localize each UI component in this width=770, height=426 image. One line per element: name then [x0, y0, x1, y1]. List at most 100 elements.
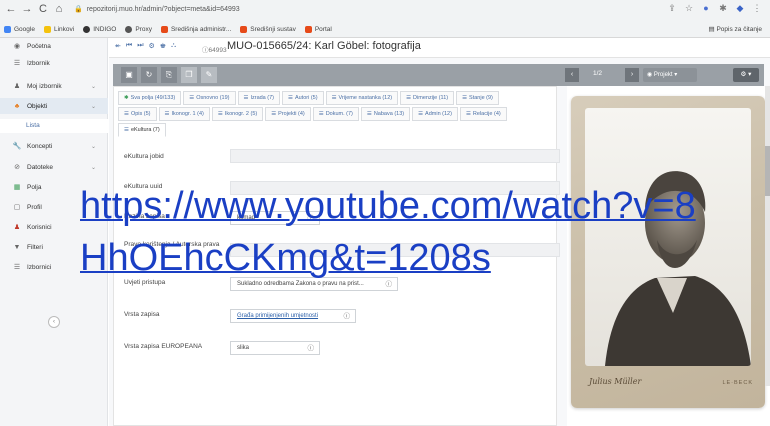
- settings-dropdown[interactable]: ⚙ ▾: [733, 68, 759, 82]
- sidebar-item-objekti[interactable]: ♣ Objekti ⌄: [0, 98, 108, 114]
- bookmarks-bar: Google Linkovi INDIGO Proxy Središnja ad…: [0, 21, 770, 38]
- users-icon: ♟: [13, 224, 21, 231]
- bookmark-proxy[interactable]: Proxy: [125, 26, 152, 33]
- scrollbar-thumb[interactable]: [765, 146, 770, 196]
- link-icon[interactable]: ⛬: [171, 42, 176, 50]
- tab-projekti[interactable]: ☰ Projekti (4): [265, 107, 311, 121]
- last-record-icon[interactable]: ⏭: [137, 42, 143, 50]
- compare-icon[interactable]: ⚙: [149, 42, 155, 50]
- duplicate-button[interactable]: ❐: [181, 67, 197, 83]
- field-vrsta-zapisa[interactable]: Građa primijenjenih umjetnosti ⓘ: [230, 309, 356, 323]
- bookmark-indigo[interactable]: INDIGO: [83, 26, 116, 33]
- save-button[interactable]: ▣: [121, 67, 137, 83]
- bookmark-linkovi[interactable]: Linkovi: [43, 26, 74, 33]
- tab-row-3: ☰ eKultura (7): [118, 123, 168, 137]
- gear-icon: ✱: [124, 95, 129, 101]
- sidebar-item-pocetna[interactable]: ◉ Početna: [0, 38, 108, 54]
- list-icon: ☰: [243, 95, 249, 101]
- info-icon[interactable]: ⓘ: [344, 310, 351, 323]
- tab-izrada[interactable]: ☰ Izrada (7): [237, 91, 280, 105]
- list-icon: ☰: [217, 111, 223, 117]
- tab-admin[interactable]: ☰ Admin (12): [412, 107, 458, 121]
- sidebar-collapse-button[interactable]: ‹: [48, 316, 60, 328]
- bookmark-portal[interactable]: Portal: [304, 26, 332, 33]
- sidebar-item-lista[interactable]: Lista: [0, 119, 108, 133]
- tab-ikonogr-1[interactable]: ☰ Ikonogr. 1 (4): [158, 107, 210, 121]
- field-label-vrsta-zapisa-europeana: Vrsta zapisa EUROPEANA: [124, 343, 203, 350]
- record-titlebar: ↞ ⏮ ⏭ ⚙ ♚ ⛬ ⓘ64993 MUO-015665/24: Karl G…: [109, 38, 770, 58]
- vrsta-zapisa-link[interactable]: Građa primijenjenih umjetnosti: [237, 313, 318, 319]
- list-icon: ☰: [124, 127, 129, 133]
- chevron-down-icon: ⌄: [90, 83, 96, 90]
- hierarchy-icon[interactable]: ♚: [160, 42, 166, 50]
- first-record-icon[interactable]: ⏮: [126, 42, 132, 50]
- puzzle-icon[interactable]: ✱: [718, 3, 728, 14]
- tab-row-1: ✱ Sva polja (49/133) ☰ Osnovno (19) ☰ Izrad…: [118, 91, 501, 105]
- sidebar-item-koncepti[interactable]: 🔧 Koncepti ⌄: [0, 138, 108, 154]
- extension-icon[interactable]: ●: [701, 3, 711, 14]
- studio-stamp: LE·BECK: [722, 380, 753, 386]
- pager-next-button[interactable]: ›: [625, 68, 639, 82]
- reload-icon[interactable]: C: [36, 3, 50, 15]
- chevron-down-icon: ⌄: [90, 103, 96, 110]
- tab-ekultura[interactable]: ☰ eKultura (7): [118, 123, 166, 137]
- caret-down-icon: ▾: [672, 72, 678, 78]
- list-icon: ☰: [189, 95, 195, 101]
- star-icon[interactable]: ☆: [684, 3, 694, 14]
- folder-icon: ▢: [13, 204, 21, 211]
- tab-dimenzije[interactable]: ☰ Dimenzije (11): [400, 91, 455, 105]
- project-dropdown[interactable]: ◉ Projekt ▾: [643, 68, 697, 82]
- site-icon: [160, 26, 168, 33]
- home-icon[interactable]: ⌂: [52, 3, 66, 15]
- proxy-icon: [125, 26, 133, 33]
- bookmark-sredisnja-administracija[interactable]: Središnja administr...: [160, 26, 231, 33]
- share-icon[interactable]: ⇪: [667, 3, 677, 14]
- sidebar-item-datoteke[interactable]: ⊘ Datoteke ⌄: [0, 159, 108, 175]
- table-icon: ▦: [13, 184, 21, 191]
- list-icon: ☰: [318, 111, 324, 117]
- reload-button[interactable]: ↻: [141, 67, 157, 83]
- google-icon: [4, 26, 11, 33]
- tab-autori[interactable]: ☰ Autori (5): [282, 91, 324, 105]
- browser-toolbar-icons: ⇪ ☆ ● ✱ ◆ ⋮: [667, 3, 762, 14]
- field-label-ekultura-jobid: eKultura jobid: [124, 153, 164, 160]
- address-bar[interactable]: 🔒 repozitorij.muo.hr/admin/?object=meta&i…: [74, 2, 674, 18]
- indigo-icon: [83, 26, 91, 33]
- reading-list[interactable]: ▤ Popis za čitanje: [709, 25, 762, 33]
- tab-relacije[interactable]: ☰ Relacije (4): [459, 107, 507, 121]
- list-back-icon[interactable]: ↞: [115, 42, 121, 50]
- menu-dots-icon[interactable]: ⋮: [752, 3, 762, 14]
- scrollbar[interactable]: [765, 86, 770, 386]
- sidebar-item-moj-izbornik[interactable]: ♟ Moj izbornik ⌄: [0, 78, 108, 94]
- bookmark-sredisnji-sustav[interactable]: Središnji sustav: [240, 26, 296, 33]
- pager-prev-button[interactable]: ‹: [565, 68, 579, 82]
- tab-opis[interactable]: ☰ Opis (5): [118, 107, 157, 121]
- tab-stanje[interactable]: ☰ Stanje (9): [456, 91, 499, 105]
- tab-nabava[interactable]: ☰ Nabava (13): [360, 107, 411, 121]
- field-ekultura-jobid[interactable]: [230, 149, 560, 163]
- browser-chrome: ← → C ⌂ 🔒 repozitorij.muo.hr/admin/?objec…: [0, 0, 770, 38]
- tab-sva-polja[interactable]: ✱ Sva polja (49/133): [118, 91, 182, 105]
- list-icon: ☰: [366, 111, 372, 117]
- list-icon: ☰: [271, 111, 277, 117]
- chevron-down-icon: ⌄: [90, 164, 96, 171]
- edit-button[interactable]: ✎: [201, 67, 217, 83]
- back-icon[interactable]: ←: [4, 3, 18, 15]
- filter-icon: ▼: [13, 243, 21, 251]
- list-icon: ☰: [406, 95, 412, 101]
- tab-dokum[interactable]: ☰ Dokum. (7): [312, 107, 359, 121]
- tab-vrijeme-nastanka[interactable]: ☰ Vrijeme nastanka (12): [325, 91, 399, 105]
- forward-icon[interactable]: →: [20, 3, 34, 15]
- overlay-youtube-link[interactable]: https://www.youtube.com/watch?v=8HhOEhcC…: [80, 180, 700, 284]
- tab-ikonogr-2[interactable]: ☰ Ikonogr. 2 (5): [211, 107, 264, 121]
- sidebar-item-izbornik[interactable]: ☰ Izbornik: [0, 55, 108, 71]
- shield-icon[interactable]: ◆: [735, 3, 745, 14]
- objects-icon: ♣: [14, 102, 20, 110]
- tab-osnovno[interactable]: ☰ Osnovno (19): [183, 91, 236, 105]
- info-icon[interactable]: ⓘ: [308, 342, 315, 355]
- list-icon: ☰: [164, 111, 170, 117]
- record-nav-icons: ↞ ⏮ ⏭ ⚙ ♚ ⛬: [115, 42, 176, 50]
- bookmark-google[interactable]: Google: [4, 26, 35, 33]
- copy-button[interactable]: ⎘: [161, 67, 177, 83]
- field-vrsta-zapisa-europeana[interactable]: slika ⓘ: [230, 341, 320, 355]
